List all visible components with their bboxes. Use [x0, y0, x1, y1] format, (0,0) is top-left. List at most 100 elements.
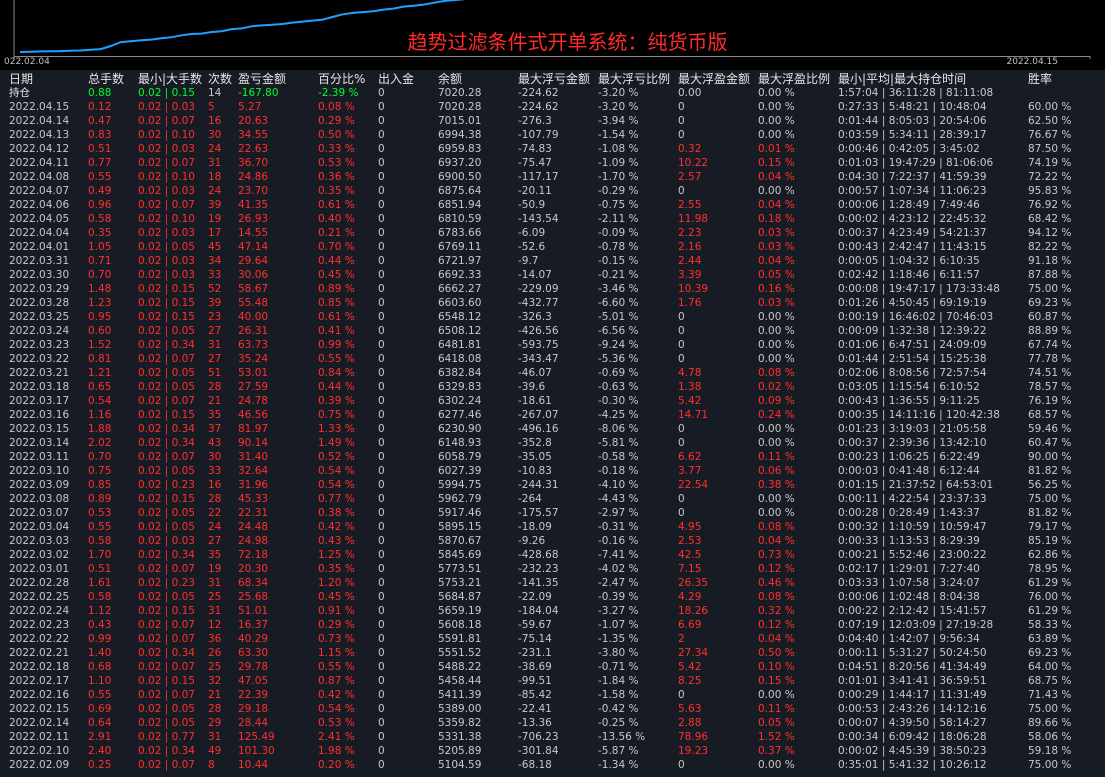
table-row-date: 2022.04.11 — [9, 157, 70, 169]
table-row-max-float-profit-pct: 0.00 % — [758, 689, 795, 701]
table-row-max-float-profit-pct: 0.04 % — [758, 535, 795, 547]
table-row-max-float-loss: -593.75 — [518, 339, 559, 351]
table-row-percent: 0.54 % — [318, 703, 355, 715]
table-row-win-rate: 75.00 % — [1028, 759, 1072, 771]
table-row-total-lots: 0.58 — [88, 535, 112, 547]
table-row-total-lots: 0.96 — [88, 199, 112, 211]
table-row-total-lots: 0.89 — [88, 493, 112, 505]
table-row-deposit: 0 — [378, 451, 385, 463]
table-row-percent: 0.89 % — [318, 283, 355, 295]
table-row-balance: 5773.51 — [438, 563, 482, 575]
table-row-max-float-profit-pct: 0.08 % — [758, 521, 795, 533]
table-row-date: 2022.03.23 — [9, 339, 70, 351]
table-row-count: 16 — [208, 115, 222, 127]
table-row-deposit: 0 — [378, 129, 385, 141]
table-row-percent: 0.75 % — [318, 409, 355, 421]
table-row-deposit: 0 — [378, 227, 385, 239]
table-row-date: 2022.02.10 — [9, 745, 70, 757]
table-row-date: 2022.04.05 — [9, 213, 70, 225]
table-row: 2022.04.08 0.55 0.02 | 0.10 18 24.86 0.36 % 0 6… — [0, 170, 1105, 184]
table-row-max-float-loss-pct: -13.56 % — [598, 731, 646, 743]
table-row-total-lots: 0.55 — [88, 171, 112, 183]
table-row: 2022.03.03 0.58 0.02 | 0.03 27 24.98 0.43 % 0 5… — [0, 534, 1105, 548]
table-row-win-rate: 56.25 % — [1028, 479, 1072, 491]
table-row-max-float-profit-pct: 0.12 % — [758, 563, 795, 575]
table-row-percent: 0.38 % — [318, 507, 355, 519]
table-row-balance: 6230.90 — [438, 423, 482, 435]
table-row-deposit: 0 — [378, 269, 385, 281]
table-row-balance: 6058.79 — [438, 451, 482, 463]
table-row-balance: 6959.83 — [438, 143, 482, 155]
table-row-pnl: 29.78 — [238, 661, 269, 673]
table-row-percent: 0.43 % — [318, 535, 355, 547]
table-row-min-max-lots: 0.02 | 0.07 — [138, 199, 195, 211]
table-row-date: 2022.03.10 — [9, 465, 70, 477]
table-row: 2022.03.15 1.88 0.02 | 0.34 37 81.97 1.33 % 0 6… — [0, 422, 1105, 436]
table-row: 2022.02.23 0.43 0.02 | 0.07 12 16.37 0.29 % 0 5… — [0, 618, 1105, 632]
table-row-pnl: 24.48 — [238, 521, 269, 533]
table-row-deposit: 0 — [378, 535, 385, 547]
table-row-pnl: 68.34 — [238, 577, 269, 589]
table-row-count: 24 — [208, 521, 222, 533]
table-row-balance: 6875.64 — [438, 185, 482, 197]
table-row-date: 2022.03.08 — [9, 493, 70, 505]
table-row-max-float-profit-pct: 0.04 % — [758, 255, 795, 267]
table-row-max-float-profit: 0 — [678, 689, 685, 701]
table-row-percent: 0.55 % — [318, 353, 355, 365]
table-row-win-rate: 81.82 % — [1028, 507, 1072, 519]
table-row-balance: 6481.81 — [438, 339, 482, 351]
table-row-total-lots: 0.60 — [88, 325, 112, 337]
table-row-pnl: 24.78 — [238, 395, 269, 407]
table-row-deposit: 0 — [378, 325, 385, 337]
table-row-total-lots: 0.70 — [88, 269, 112, 281]
table-row-count: 32 — [208, 675, 222, 687]
table-row-deposit: 0 — [378, 171, 385, 183]
table-row-pnl: 55.48 — [238, 297, 269, 309]
table-row-percent: 0.85 % — [318, 297, 355, 309]
table-row-pnl: 35.24 — [238, 353, 269, 365]
table-row-min-max-lots: 0.02 | 0.05 — [138, 591, 195, 603]
table-row-count: 35 — [208, 549, 222, 561]
table-row-hold-time: 0:00:43 | 2:42:47 | 11:43:15 — [838, 241, 987, 253]
table-row-max-float-loss-pct: -3.20 % — [598, 101, 639, 113]
table-row-min-max-lots: 0.02 | 0.03 — [138, 143, 195, 155]
table-row-total-lots: 1.61 — [88, 577, 112, 589]
table-row-max-float-loss-pct: -3.94 % — [598, 115, 639, 127]
table-row-pnl: 20.63 — [238, 115, 269, 127]
table-row-hold-time: 0:01:15 | 21:37:52 | 64:53:01 — [838, 479, 994, 491]
table-row-deposit: 0 — [378, 241, 385, 253]
table-row-max-float-profit-pct: 0.00 % — [758, 353, 795, 365]
table-row-min-max-lots: 0.02 | 0.07 — [138, 395, 195, 407]
table-row-max-float-profit: 2 — [678, 633, 685, 645]
table-header: 日期 总手数 最小|大手数 次数 盈亏金额 百分比% 出入金 余额 最大浮亏金额 最大浮亏比例 最大… — [0, 72, 1105, 86]
table-row-pnl: 40.29 — [238, 633, 269, 645]
table-row-balance: 5962.79 — [438, 493, 482, 505]
table-row-win-rate: 82.22 % — [1028, 241, 1072, 253]
table-row-balance: 6302.24 — [438, 395, 482, 407]
table-row-max-float-loss-pct: -4.10 % — [598, 479, 639, 491]
table-row-max-float-loss-pct: -4.02 % — [598, 563, 639, 575]
table-row-pnl: 32.64 — [238, 465, 269, 477]
holding-row-pnl: -167.80 — [238, 87, 279, 99]
table-row-deposit: 0 — [378, 493, 385, 505]
table-row-min-max-lots: 0.02 | 0.15 — [138, 493, 195, 505]
table-row-hold-time: 0:00:06 | 1:28:49 | 7:49:46 — [838, 199, 980, 211]
table-row-max-float-loss-pct: -1.08 % — [598, 143, 639, 155]
table-row-deposit: 0 — [378, 339, 385, 351]
table-row-min-max-lots: 0.02 | 0.07 — [138, 353, 195, 365]
table-row-min-max-lots: 0.02 | 0.07 — [138, 759, 195, 771]
table-row-max-float-loss: -10.83 — [518, 465, 552, 477]
table-row-max-float-loss: -9.26 — [518, 535, 546, 547]
table-row-percent: 0.20 % — [318, 759, 355, 771]
table-row-total-lots: 2.40 — [88, 745, 112, 757]
table-row-date: 2022.02.16 — [9, 689, 70, 701]
table-row: 2022.02.17 1.10 0.02 | 0.15 32 47.05 0.87 % 0 5… — [0, 674, 1105, 688]
table-row: 2022.02.10 2.40 0.02 | 0.34 49 101.30 1.98 % 0… — [0, 744, 1105, 758]
table-row-balance: 5359.82 — [438, 717, 482, 729]
table-row-win-rate: 62.86 % — [1028, 549, 1072, 561]
table-header-balance: 余额 — [438, 72, 463, 86]
table-row-percent: 0.55 % — [318, 661, 355, 673]
table-row-balance: 5551.52 — [438, 647, 482, 659]
table-row-max-float-loss-pct: -1.84 % — [598, 675, 639, 687]
table-header-total-lots: 总手数 — [88, 72, 125, 86]
